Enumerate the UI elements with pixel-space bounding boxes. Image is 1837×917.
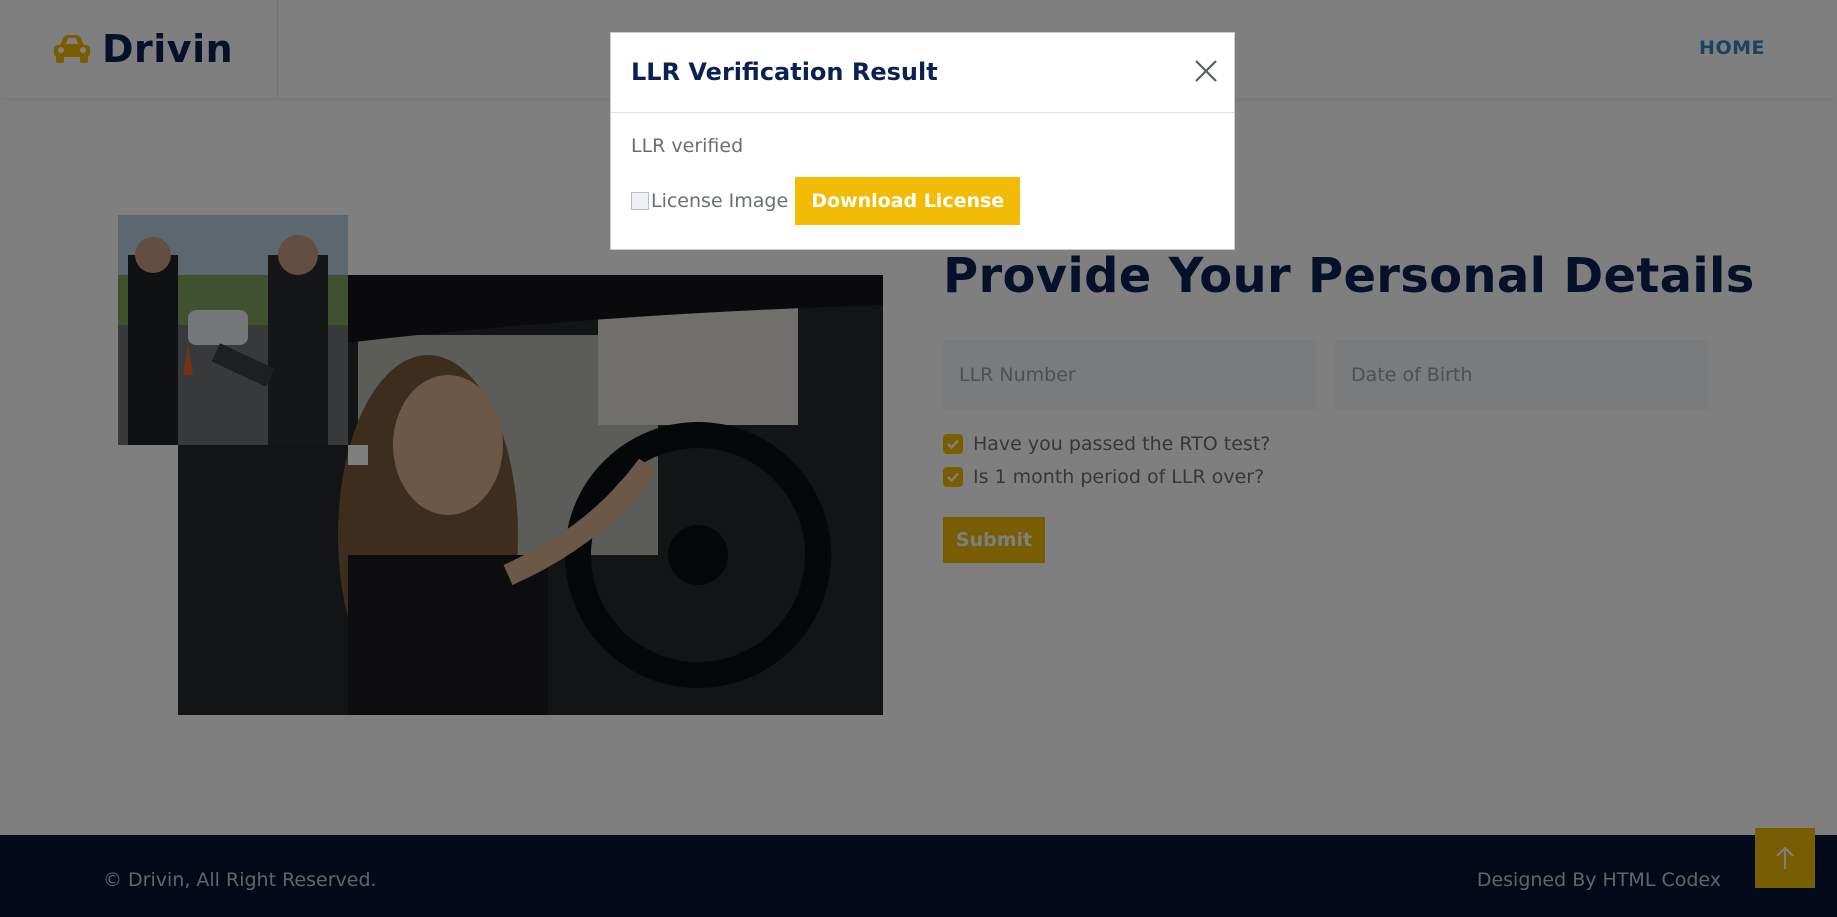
close-button[interactable] bbox=[1192, 57, 1220, 85]
modal-body: LLR verified License Image Download Lice… bbox=[611, 113, 1234, 245]
modal-actions: License Image Download License bbox=[631, 177, 1214, 225]
verification-modal: LLR Verification Result LLR verified Lic… bbox=[610, 32, 1235, 250]
license-image: License Image bbox=[631, 190, 788, 212]
close-icon bbox=[1195, 60, 1217, 82]
verification-message: LLR verified bbox=[631, 135, 744, 157]
modal-title: LLR Verification Result bbox=[631, 58, 938, 86]
broken-image-icon bbox=[631, 192, 649, 210]
modal-header: LLR Verification Result bbox=[611, 33, 1234, 113]
license-image-alt: License Image bbox=[651, 190, 789, 212]
download-license-button[interactable]: Download License bbox=[795, 177, 1021, 225]
